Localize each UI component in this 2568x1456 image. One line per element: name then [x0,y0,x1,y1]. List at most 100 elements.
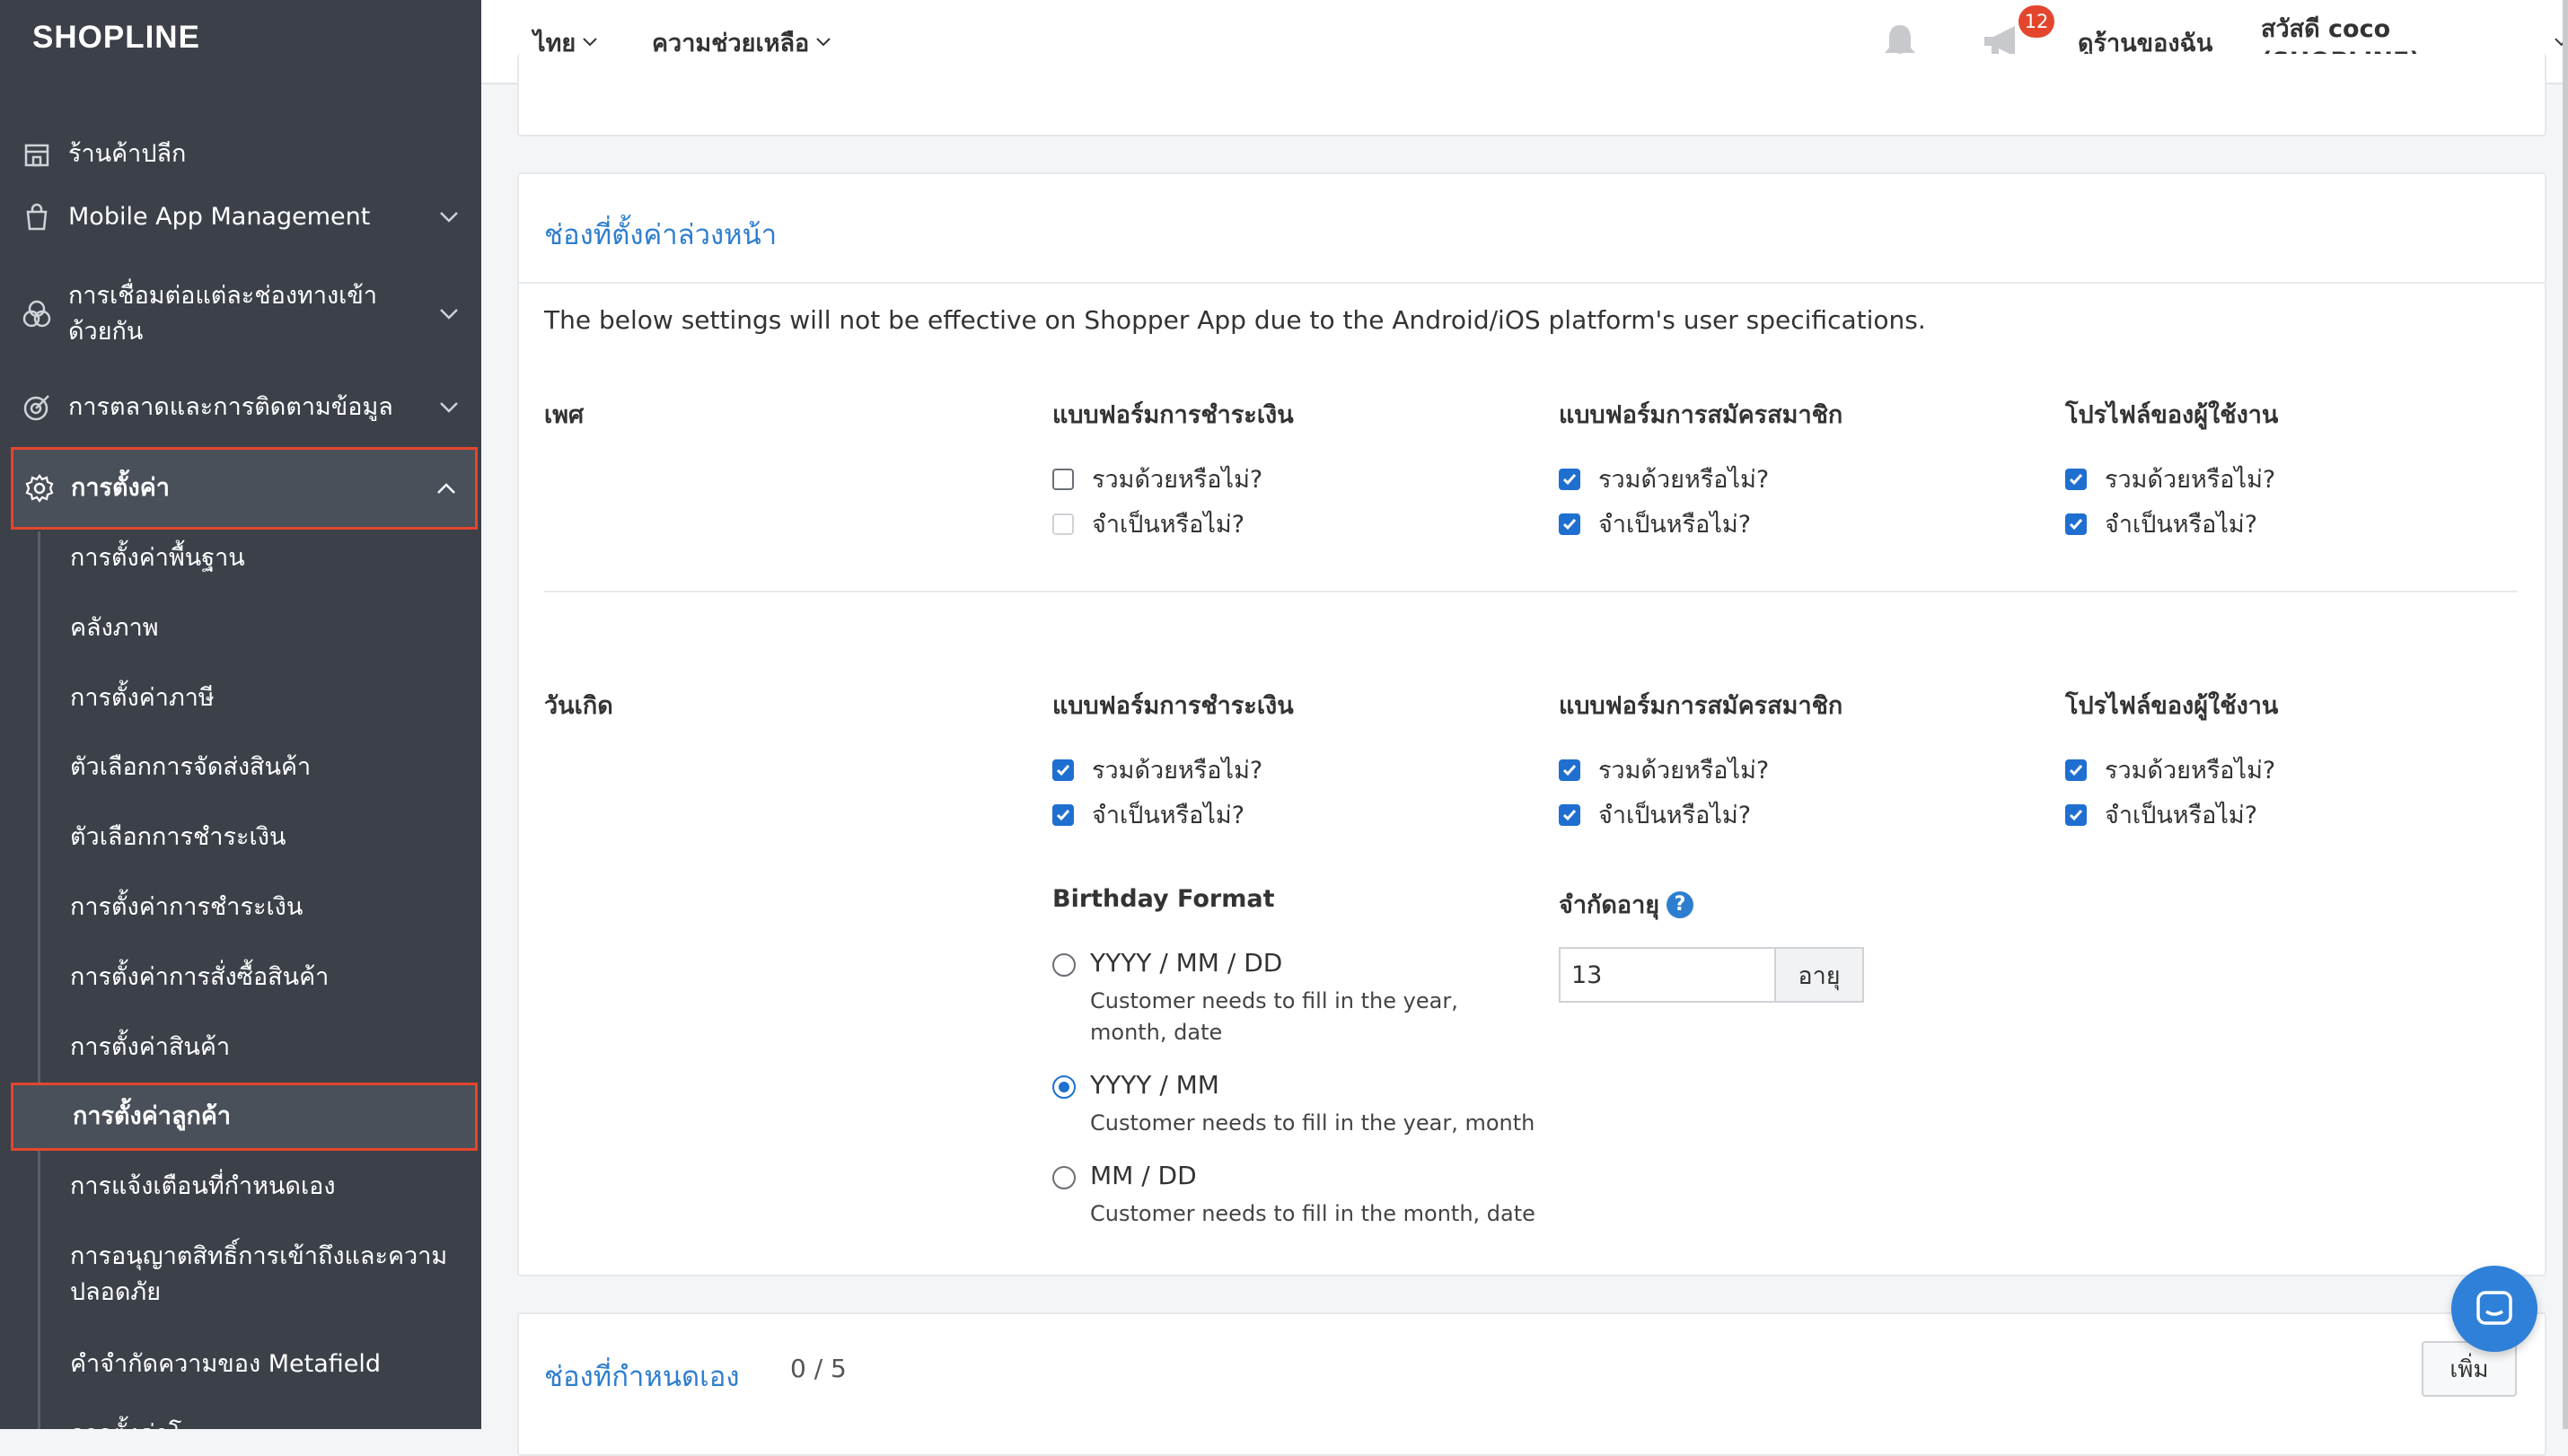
window-edge [2563,0,2568,1429]
live-chat-button[interactable] [2451,1266,2537,1352]
chevron-down-icon [436,205,462,230]
sidebar-item-settings[interactable]: การตั้งค่า [11,447,478,530]
check-icon [2069,809,2083,820]
sidebar-subitem-label: การตั้งค่าการชำระเงิน [70,893,303,921]
check-icon [2069,518,2083,530]
sidebar-subitem-media-library[interactable]: คลังภาพ [11,594,478,662]
birthday-signup-required[interactable]: จำเป็นหรือไม่? [1559,795,1751,834]
checkbox-label: รวมด้วยหรือไม่? [1598,466,1770,494]
sidebar-item-channels[interactable]: การเชื่อมต่อแต่ละช่องทางเข้าด้วยกัน [11,264,478,364]
birthday-checkout-include[interactable]: รวมด้วยหรือไม่? [1052,750,1262,789]
sidebar-subitem-metafield[interactable]: คำจำกัดความของ Metafield [11,1330,478,1399]
birthday-format-title: Birthday Format [1052,885,1275,913]
sidebar-item-label: การเชื่อมต่อแต่ละช่องทางเข้าด้วยกัน [68,282,378,346]
sidebar-subitem-customer-settings[interactable]: การตั้งค่าลูกค้า [11,1083,478,1151]
chevron-down-icon [816,38,831,47]
birthday-profile-required[interactable]: จำเป็นหรือไม่? [2065,795,2257,834]
checkbox-label: จำเป็นหรือไม่? [1598,511,1752,539]
checkbox[interactable] [1052,468,1074,490]
birthday-signup-include[interactable]: รวมด้วยหรือไม่? [1559,750,1769,789]
birthday-col-checkout: แบบฟอร์มการชำระเงิน [1052,692,1294,720]
checkbox-checked[interactable] [2065,468,2087,490]
checkbox-checked[interactable] [2065,803,2087,826]
shopping-bag-icon [22,202,52,232]
gender-profile-include[interactable]: รวมด้วยหรือไม่? [2065,460,2275,498]
sidebar: SHOPLINE ร้านค้าปลีก Mobile App Manageme… [0,0,481,1429]
shopline-logo[interactable]: SHOPLINE [32,20,200,56]
sidebar-subitem-more[interactable]: การตั้งค่าโ [11,1400,478,1429]
checkbox-checked[interactable] [1559,759,1580,781]
sidebar-subitem-product-settings[interactable]: การตั้งค่าสินค้า [11,1013,478,1082]
target-icon [22,392,52,423]
chevron-down-icon [436,302,462,327]
platform-note: The below settings will not be effective… [544,305,1926,335]
radio-button-selected[interactable] [1052,1075,1076,1099]
store-icon [22,139,52,170]
check-icon [1562,809,1577,820]
sidebar-subitem-tax-settings[interactable]: การตั้งค่าภาษี [11,664,478,732]
check-icon [2069,764,2083,776]
age-limit-input-group: 13 อายุ [1559,947,1864,1003]
sidebar-subitem-payment-settings[interactable]: การตั้งค่าการชำระเงิน [11,873,478,942]
gender-label: เพศ [544,401,585,429]
checkbox-checked[interactable] [1559,513,1580,535]
check-icon [2069,473,2083,485]
age-limit-label: จำกัดอายุ [1559,891,1660,919]
gender-signup-include[interactable]: รวมด้วยหรือไม่? [1559,460,1769,498]
gender-signup-required[interactable]: จำเป็นหรือไม่? [1559,504,1751,543]
checkbox-label: รวมด้วยหรือไม่? [1092,466,1263,494]
birthday-checkout-required[interactable]: จำเป็นหรือไม่? [1052,795,1244,834]
checkbox-label: จำเป็นหรือไม่? [1598,802,1752,829]
sidebar-item-label: ร้านค้าปลีก [68,140,187,168]
sidebar-subitem-payment-options[interactable]: ตัวเลือกการชำระเงิน [11,803,478,872]
checkbox-checked[interactable] [1559,803,1580,826]
sidebar-item-marketing[interactable]: การตลาดและการติดตามข้อมูล [11,373,478,442]
sidebar-subitem-label: คลังภาพ [70,614,159,642]
checkbox-checked[interactable] [1559,468,1580,490]
help-icon[interactable]: ? [1667,890,1694,918]
radio-button[interactable] [1052,1166,1076,1189]
checkbox-checked[interactable] [2065,759,2087,781]
sidebar-item-mobile-app[interactable]: Mobile App Management [11,183,478,251]
card-header-divider [519,282,2545,284]
radio-button[interactable] [1052,953,1076,977]
sidebar-subitem-access-security[interactable]: การอนุญาตสิทธิ์การเข้าถึงและความปลอดภัย [11,1224,478,1325]
gender-profile-required[interactable]: จำเป็นหรือไม่? [2065,504,2257,543]
birthday-label: วันเกิด [544,692,613,720]
age-unit-addon: อายุ [1774,947,1864,1003]
birthday-col-signup: แบบฟอร์มการสมัครสมาชิก [1559,692,1843,720]
sidebar-subitem-basic-settings[interactable]: การตั้งค่าพื้นฐาน [11,524,478,592]
channels-icon [22,299,52,329]
checkbox-label: จำเป็นหรือไม่? [2105,511,2258,539]
sidebar-subitem-label: การตั้งค่าภาษี [70,684,215,712]
check-icon [1562,473,1577,485]
checkbox-checked[interactable] [1052,803,1074,826]
radio-description: Customer needs to fill in the year, mont… [1090,988,1458,1045]
checkbox-checked[interactable] [2065,513,2087,535]
check-icon [1056,764,1070,776]
preset-fields-title: ช่องที่ตั้งค่าล่วงหน้า [544,219,778,251]
custom-fields-card [517,1312,2546,1456]
radio-label: MM / DD [1090,1161,1197,1190]
age-limit-input[interactable]: 13 [1559,947,1774,1003]
radio-label: YYYY / MM / DD [1090,948,1283,978]
gender-col-checkout: แบบฟอร์มการชำระเงิน [1052,401,1294,429]
sidebar-subitem-label: การตั้งค่าสินค้า [70,1033,231,1061]
radio-description: Customer needs to fill in the year, mont… [1090,1110,1535,1136]
sidebar-subitem-label: การตั้งค่าลูกค้า [73,1102,232,1130]
birthday-profile-include[interactable]: รวมด้วยหรือไม่? [2065,750,2275,789]
checkbox-checked[interactable] [1052,759,1074,781]
sidebar-subitem-label: การอนุญาตสิทธิ์การเข้าถึงและความปลอดภัย [70,1242,448,1306]
sidebar-subitem-custom-notifications[interactable]: การแจ้งเตือนที่กำหนดเอง [11,1153,478,1221]
sidebar-subitem-order-settings[interactable]: การตั้งค่าการสั่งซื้อสินค้า [11,943,478,1012]
sidebar-subitem-label: ตัวเลือกการชำระเงิน [70,823,286,851]
gender-checkout-include[interactable]: รวมด้วยหรือไม่? [1052,460,1262,498]
sidebar-subitem-label: การตั้งค่าโ [70,1417,460,1429]
age-limit-title: จำกัดอายุ ? [1559,885,1694,924]
radio-description: Customer needs to fill in the month, dat… [1090,1201,1535,1226]
checkbox-label: จำเป็นหรือไม่? [2105,802,2258,829]
row-divider [544,591,2518,592]
sidebar-item-retail-store[interactable]: ร้านค้าปลีก [11,120,478,189]
checkbox-label: รวมด้วยหรือไม่? [2105,466,2276,494]
sidebar-subitem-delivery-options[interactable]: ตัวเลือกการจัดส่งสินค้า [11,733,478,802]
